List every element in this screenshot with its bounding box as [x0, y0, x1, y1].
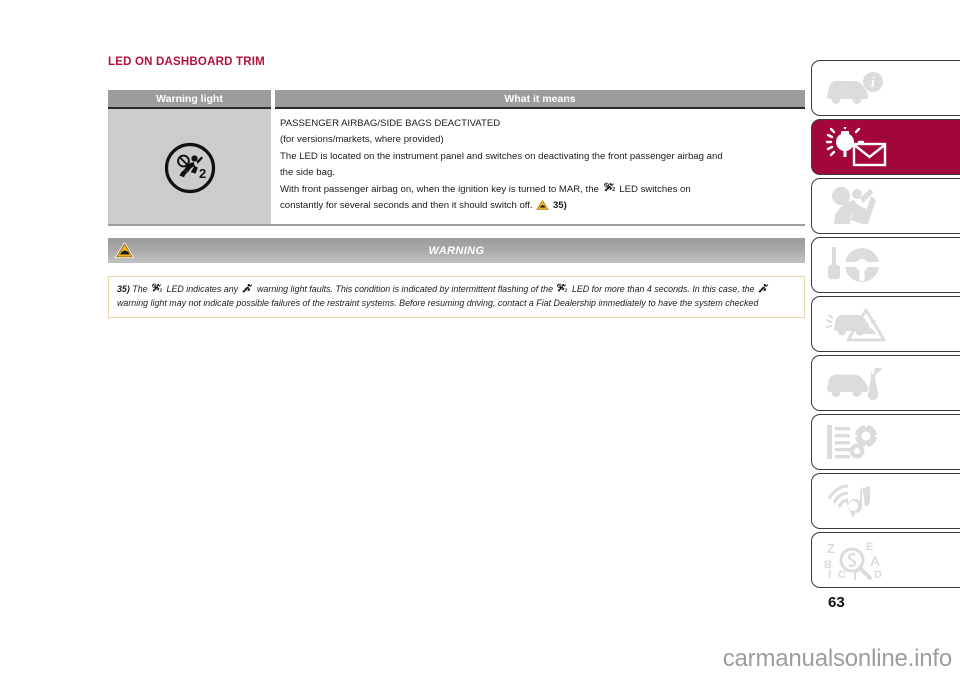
warning-note-text-1: The	[132, 284, 148, 294]
warning-note-text-4: LED for more than 4 seconds. In this cas…	[571, 284, 755, 294]
text-line-4: the side bag.	[280, 167, 335, 179]
airbag-deactivated-inline-icon: 2	[152, 283, 163, 293]
airbag-deactivated-inline-icon: 2	[603, 182, 615, 193]
warning-note-reference: 35)	[117, 284, 130, 294]
page-title: LED ON DASHBOARD TRIM	[108, 56, 265, 68]
lamp-envelope-icon	[825, 127, 887, 167]
chapter-tab-rail: i Z B I C T E A D	[811, 60, 960, 591]
tab-dashboard-instruments[interactable]: i	[811, 60, 960, 116]
text-line-2: (for versions/markets, where provided)	[280, 134, 444, 146]
column-header-warning-light: Warning light	[108, 90, 271, 109]
site-watermark: carmanualsonline.info	[722, 645, 952, 672]
svg-text:D: D	[874, 569, 882, 580]
list-gears-icon	[827, 423, 879, 459]
warning-note-text-3: warning light faults. This condition is …	[257, 284, 554, 294]
tab-multimedia[interactable]	[811, 473, 960, 529]
svg-text:A: A	[870, 553, 880, 569]
key-steering-wheel-icon	[828, 247, 879, 282]
warning-note-text-5: warning light may not indicate possible …	[117, 297, 759, 308]
yellow-warning-triangle-icon	[114, 242, 134, 259]
warning-note-box: 35) The 2 LED indicates any warning ligh…	[108, 276, 805, 319]
tab-safety[interactable]	[811, 178, 960, 234]
text-line-1: PASSENGER AIRBAG/SIDE BAGS DEACTIVATED	[280, 118, 501, 129]
what-it-means-cell: PASSENGER AIRBAG/SIDE BAGS DEACTIVATED (…	[271, 109, 805, 224]
letters-magnifier-icon: Z B I C T E A D	[824, 541, 882, 580]
table-row: 2 PASSENGER AIRBAG/SIDE BAGS DEACTIVATED…	[108, 109, 805, 227]
yellow-warning-triangle-inline-icon	[536, 200, 549, 210]
tab-starting-driving[interactable]	[811, 237, 960, 293]
tab-alphabetical-index[interactable]: Z B I C T E A D	[811, 532, 960, 588]
svg-text:2: 2	[564, 287, 568, 293]
column-header-what-it-means: What it means	[275, 90, 805, 109]
car-wrench-icon	[827, 367, 882, 400]
text-line-6: constantly for several seconds and then …	[280, 198, 801, 214]
airbag-icon-number: 2	[199, 166, 206, 181]
svg-text:2: 2	[612, 187, 615, 193]
tab-emergency[interactable]	[811, 296, 960, 352]
airbag-warning-inline-icon	[758, 283, 769, 293]
text-line-5: With front passenger airbag on, when the…	[280, 182, 801, 198]
text-line-6-part-a: constantly for several seconds and then …	[280, 200, 533, 212]
music-note-signal-icon	[827, 484, 870, 518]
warning-light-table: Warning light What it means 2 PASSENGER …	[108, 90, 805, 227]
text-line-5-part-b: LED switches on	[619, 183, 691, 195]
tab-technical-specifications[interactable]	[811, 414, 960, 470]
table-header-row: Warning light What it means	[108, 90, 805, 109]
svg-text:2: 2	[159, 287, 163, 293]
warning-bar-label: WARNING	[428, 244, 485, 257]
warning-bar: WARNING	[108, 238, 805, 263]
warning-note-text-2: LED indicates any	[166, 284, 239, 294]
svg-text:E: E	[866, 541, 873, 553]
car-warning-triangle-icon	[826, 308, 886, 342]
tab-maintenance-care[interactable]	[811, 355, 960, 411]
car-info-icon: i	[827, 72, 883, 104]
svg-text:Z: Z	[827, 541, 835, 556]
text-line-6-reference: 35)	[552, 200, 567, 212]
tab-warning-lights-messages[interactable]	[811, 119, 960, 175]
text-line-5-part-a: With front passenger airbag on, when the…	[280, 183, 599, 195]
page-number: 63	[828, 594, 845, 611]
airbag-warning-inline-icon	[242, 283, 252, 293]
passenger-airbag-deactivated-icon: 2	[164, 142, 215, 194]
text-line-3: The LED is located on the instrument pan…	[280, 150, 723, 162]
passenger-seatbelt-icon	[832, 187, 876, 224]
airbag-deactivated-inline-icon: 2	[557, 283, 568, 293]
svg-text:I: I	[828, 567, 831, 580]
svg-text:C: C	[838, 569, 846, 580]
warning-light-icon-cell: 2	[108, 109, 271, 225]
